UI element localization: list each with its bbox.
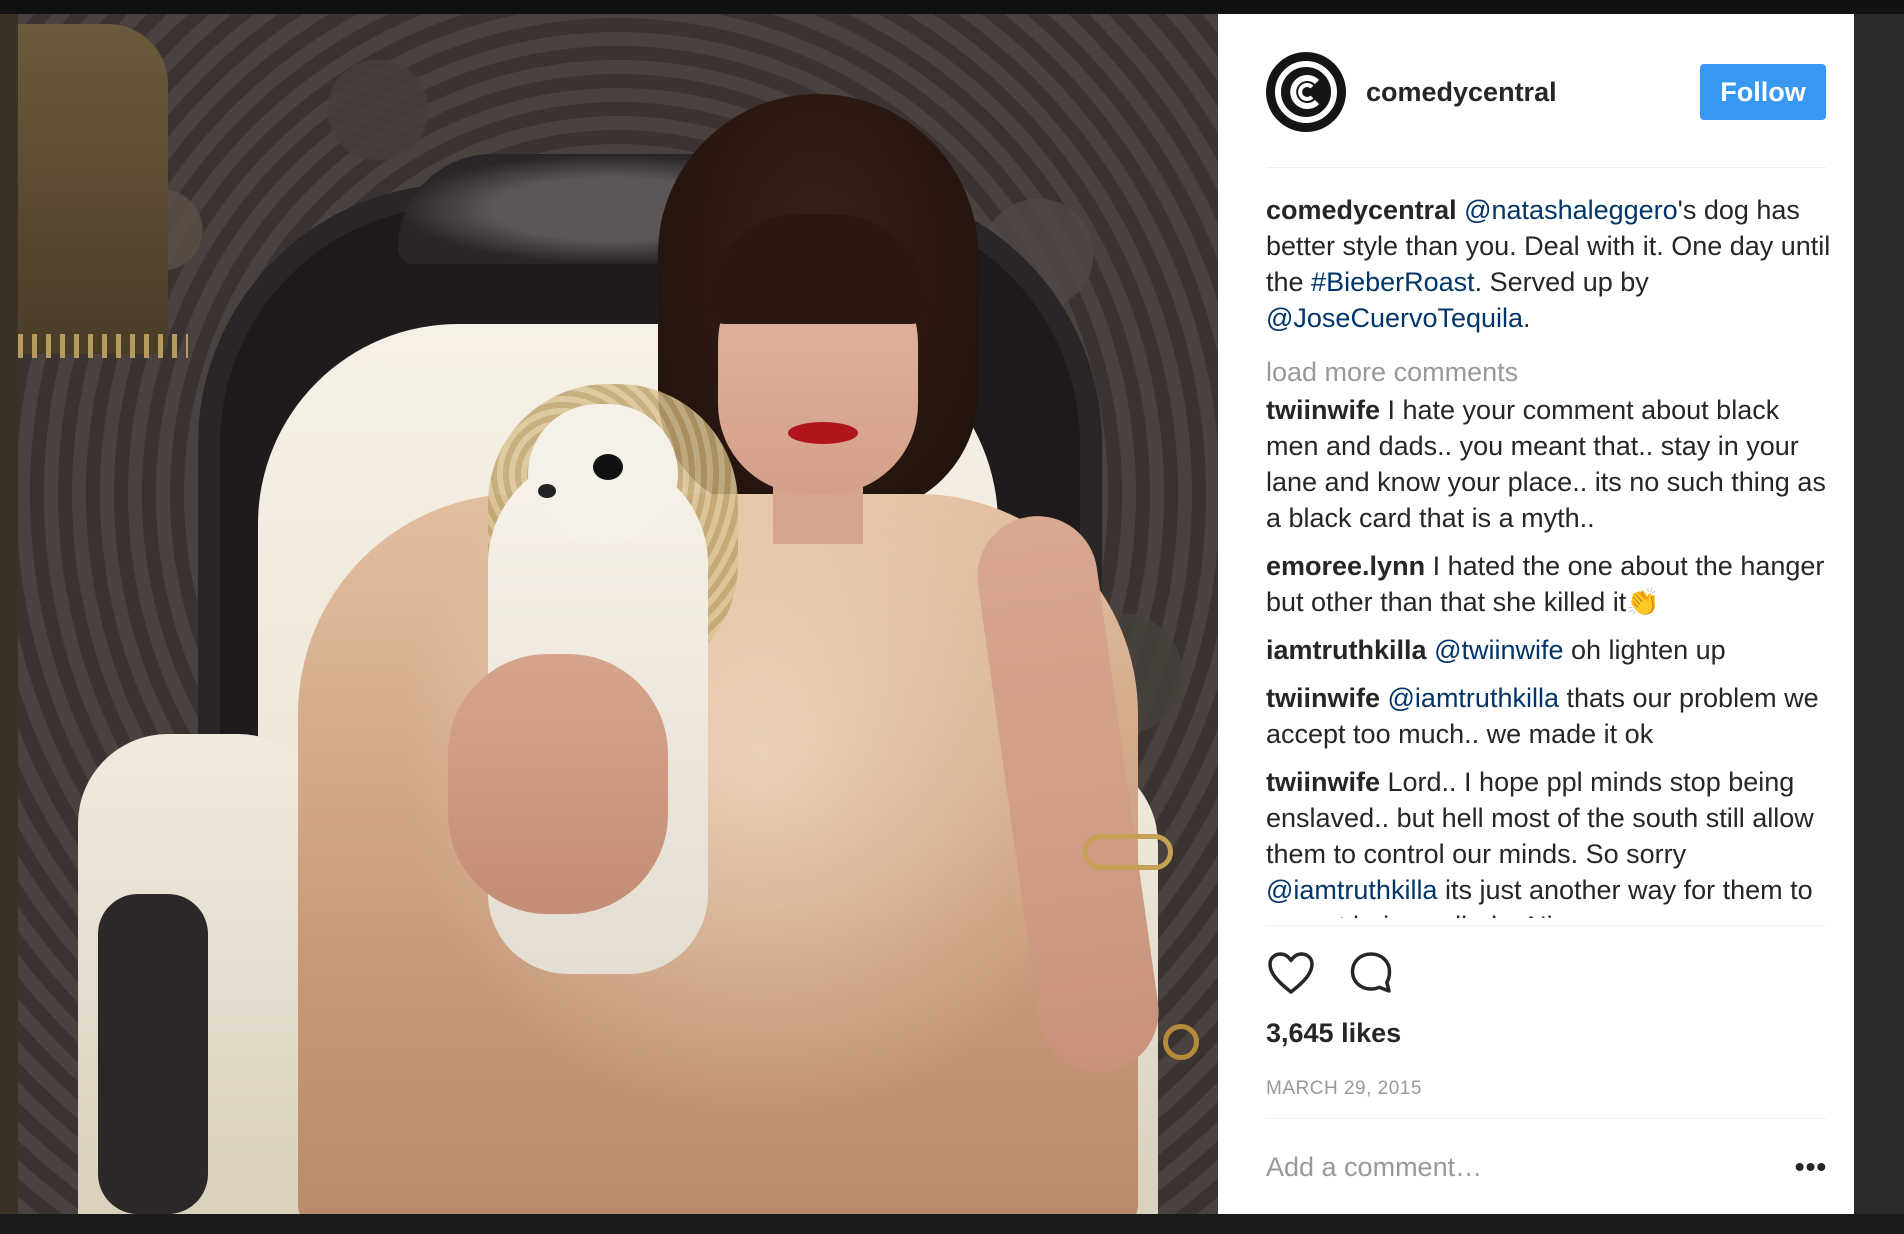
header-divider — [1266, 167, 1826, 168]
comment-author[interactable]: twiinwife — [1266, 767, 1380, 797]
photo-bracelet — [1083, 834, 1173, 870]
comment-item: twiinwife Lord.. I hope ppl minds stop b… — [1266, 764, 1836, 918]
comment-mention[interactable]: @twiinwife — [1434, 635, 1563, 665]
post-actions — [1266, 946, 1396, 1000]
comment-author[interactable]: iamtruthkilla — [1266, 635, 1427, 665]
backdrop-bottom-strip — [0, 1214, 1904, 1234]
bottom-divider — [1266, 1118, 1826, 1119]
post-header: comedycentral Follow — [1266, 52, 1826, 132]
photo-dog-eye — [593, 454, 623, 480]
comment-author[interactable]: twiinwife — [1266, 395, 1380, 425]
post-username[interactable]: comedycentral — [1366, 77, 1557, 108]
photo-ring — [1163, 1024, 1199, 1060]
heart-icon — [1268, 952, 1314, 994]
caption-author[interactable]: comedycentral — [1266, 195, 1457, 225]
comment-bubble-icon — [1350, 952, 1392, 993]
photo-chair-carving — [98, 894, 208, 1214]
follow-button[interactable]: Follow — [1700, 64, 1826, 120]
comedy-central-logo-icon — [1275, 61, 1337, 123]
photo-lamp-fringe — [18, 334, 188, 358]
post-caption: comedycentral @natashaleggero's dog has … — [1266, 192, 1836, 336]
photo-dog-nose — [538, 484, 556, 498]
actions-divider — [1266, 925, 1826, 926]
photo-woman-hand — [448, 654, 668, 914]
like-button[interactable] — [1266, 948, 1316, 998]
comment-item: iamtruthkilla @twiinwife oh lighten up — [1266, 632, 1836, 668]
comment-button[interactable] — [1346, 948, 1396, 998]
comment-item: emoree.lynn I hated the one about the ha… — [1266, 548, 1836, 620]
caption-text: . Served up by — [1474, 267, 1649, 297]
caption-mention[interactable]: @JoseCuervoTequila — [1266, 303, 1523, 333]
backdrop-right-edge — [1854, 14, 1904, 1234]
likes-count[interactable]: 3,645 likes — [1266, 1018, 1401, 1049]
caption-mention[interactable]: @natashaleggero — [1464, 195, 1678, 225]
comments-list[interactable]: comedycentral @natashaleggero's dog has … — [1266, 192, 1836, 918]
post-modal: comedycentral Follow comedycentral @nata… — [18, 14, 1854, 1214]
photo-woman-lips — [788, 422, 858, 444]
comment-text: oh lighten up — [1563, 635, 1726, 665]
load-more-comments-link[interactable]: load more comments — [1266, 354, 1836, 390]
backdrop-top-strip — [0, 0, 1904, 14]
add-comment-input[interactable] — [1266, 1142, 1746, 1192]
comment-item: twiinwife I hate your comment about blac… — [1266, 392, 1836, 536]
post-sidebar: comedycentral Follow comedycentral @nata… — [1218, 14, 1854, 1214]
comment-item: twiinwife @iamtruthkilla thats our probl… — [1266, 680, 1836, 752]
comment-author[interactable]: twiinwife — [1266, 683, 1380, 713]
post-date[interactable]: MARCH 29, 2015 — [1266, 1078, 1422, 1100]
more-options-icon[interactable]: ••• — [1795, 1151, 1826, 1182]
backdrop-left-edge — [0, 14, 18, 1234]
comment-mention[interactable]: @iamtruthkilla — [1266, 875, 1437, 905]
photo-lamp — [18, 24, 168, 354]
caption-text: . — [1523, 303, 1531, 333]
avatar[interactable] — [1266, 52, 1346, 132]
comment-author[interactable]: emoree.lynn — [1266, 551, 1425, 581]
post-photo[interactable] — [18, 14, 1218, 1214]
caption-hashtag[interactable]: #BieberRoast — [1311, 267, 1475, 297]
comment-mention[interactable]: @iamtruthkilla — [1388, 683, 1559, 713]
